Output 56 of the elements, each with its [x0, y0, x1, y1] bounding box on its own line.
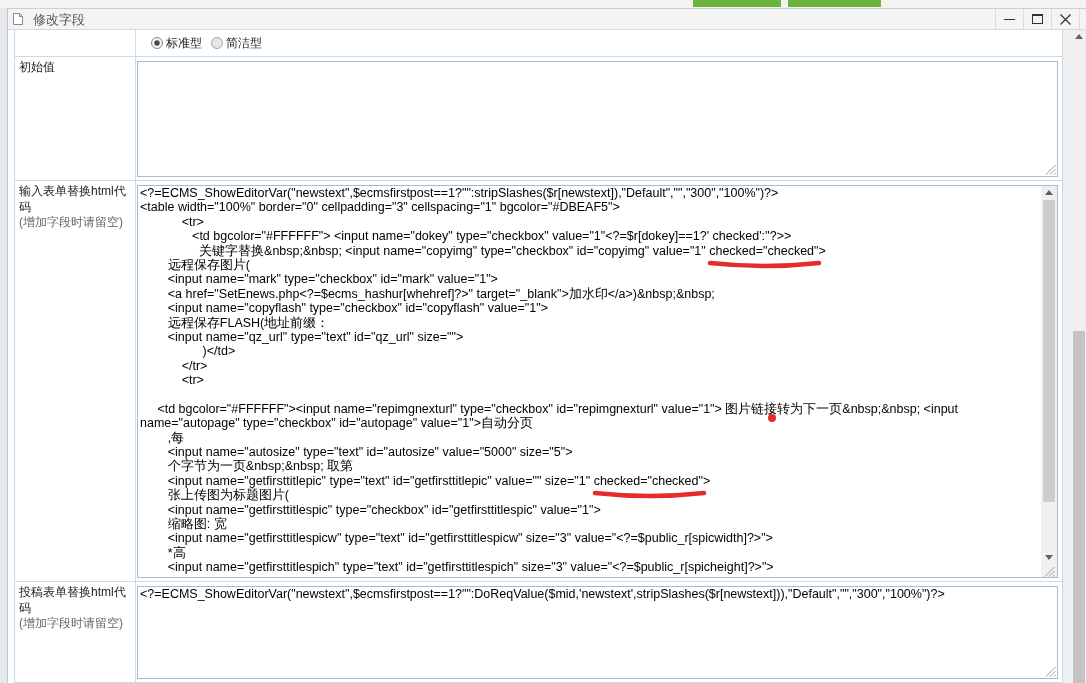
field-hint: (增加字段时请留空)	[19, 215, 124, 231]
code-line: 关键字替换&nbsp;&nbsp; <input name="copyimg" type="checkbox" id="copyimg" value="1" checked="checked">	[199, 243, 826, 258]
code-line: 缩略图: 宽	[167, 517, 227, 531]
code-line: 个字节为一页&nbsp;&nbsp; 取第	[167, 459, 354, 474]
resize-grip-icon[interactable]	[1043, 566, 1055, 577]
code-line: <input name="getfirsttitlepic" type="text" id="getfirsttitlepic" value="" size="1" checked="checked">	[167, 473, 711, 488]
code-line: <input name="getfirsttitlespic" type="checkbox" id="getfirsttitlespic" value="1">	[167, 502, 601, 517]
code-line: </tr>	[181, 358, 208, 373]
field-label: 初始值	[19, 60, 56, 76]
field-label: 输入表单替换html代码	[19, 184, 127, 215]
editor-scrollbar[interactable]	[1041, 186, 1057, 577]
field-hint: (增加字段时请留空)	[19, 616, 124, 632]
code-line: name="autopage" type="checkbox" id="autopage" value="1">自动分页	[140, 416, 533, 431]
partially-hidden-button[interactable]	[693, 0, 781, 7]
code-line: <table width="100%" border="0" cellpadding="3" cellspacing="1" bgcolor="#DBEAF5">	[140, 200, 620, 215]
code-line: <input name="getfirsttitlespich" type="text" id="getfirsttitlespich" size="3" value="<?=$public_r[spicheight]?>">	[167, 560, 774, 575]
code-line: 张上传图为标题图片(	[167, 488, 289, 503]
scrollbar-thumb[interactable]	[1043, 200, 1055, 502]
minimize-icon	[1004, 18, 1015, 20]
scroll-down-icon[interactable]	[1045, 555, 1053, 560]
scroll-up-icon[interactable]	[1045, 190, 1053, 195]
close-icon	[1060, 13, 1071, 25]
code-line: <tr>	[181, 373, 204, 388]
code-line: <?=ECMS_ShowEditorVar("newstext",$ecmsfirstpost==1?"":DoReqValue($mid,'newstext',stripSlashes($r[newstext])),"Default","","300","100%")?>	[140, 587, 945, 601]
resize-grip-icon[interactable]	[1045, 164, 1056, 175]
code-line: <input name="qz_url" type="text" id="qz_url" size="">	[167, 329, 464, 344]
resize-grip-icon[interactable]	[1045, 666, 1056, 677]
field-label: 投稿表单替换html代码	[19, 585, 127, 616]
code-line: <?=ECMS_ShowEditorVar("newstext",$ecmsfirstpost==1?"":stripSlashes($r[newstext]),"Default","","300","100%")?>	[140, 186, 779, 200]
code-line: <input name="mark" type="checkbox" id="mark" value="1">	[167, 272, 498, 287]
window-title: 修改字段	[33, 12, 85, 26]
code-line: <input name="getfirsttitlespicw" type="text" id="getfirsttitlespicw" size="3" value="<?=$public_r[spicwidth]?>">	[167, 531, 773, 546]
textarea-field[interactable]: <?=ECMS_ShowEditorVar("newstext",$ecmsfirstpost==1?"":DoReqValue($mid,'newstext',stripSlashes($r[newstext])),"Default","","300","100%")?>	[137, 586, 1058, 679]
code-line: 远程保存FLASH(地址前缀：	[167, 315, 330, 330]
textarea-field[interactable]	[137, 185, 1058, 578]
code-line: ,每	[167, 430, 185, 445]
textarea-field[interactable]	[137, 61, 1058, 177]
code-line: <input name="autosize" type="text" id="autosize" value="5000" size="5">	[167, 445, 573, 460]
maximize-icon	[1032, 14, 1043, 24]
code-line: 远程保存图片(	[167, 257, 250, 272]
scroll-up-icon[interactable]	[1074, 34, 1083, 39]
radio-option[interactable]: 标准型	[151, 34, 202, 52]
marker-dot-icon	[767, 413, 776, 422]
scrollbar-thumb[interactable]	[1072, 331, 1085, 683]
radio-icon[interactable]	[151, 37, 163, 49]
document-icon	[13, 13, 23, 25]
partially-hidden-button[interactable]	[788, 0, 881, 7]
code-line: <a href="SetEnews.php<?=$ecms_hashur[whehref]?>" target="_blank">加水印</a>)&nbsp;&nbsp;	[167, 286, 715, 301]
code-line: <td bgcolor="#FFFFFF"> <input name="dokey" type="checkbox" value="1"<?=$r[dokey]==1?' checked':''?>>	[192, 229, 792, 244]
radio-icon[interactable]	[211, 37, 223, 49]
code-line: )</td>	[202, 344, 236, 359]
code-line: <tr>	[181, 214, 204, 229]
code-line: <td bgcolor="#FFFFFF"><input name="repimgnexturl" type="checkbox" id="repimgnexturl" value="1"> 图片链接转为下一页&nbsp;&nbsp; <input	[157, 401, 958, 416]
code-line: <input name="copyflash" type="checkbox" id="copyflash" value="1">	[167, 301, 548, 316]
code-line: *高	[167, 545, 186, 560]
radio-option[interactable]: 简洁型	[211, 34, 262, 52]
